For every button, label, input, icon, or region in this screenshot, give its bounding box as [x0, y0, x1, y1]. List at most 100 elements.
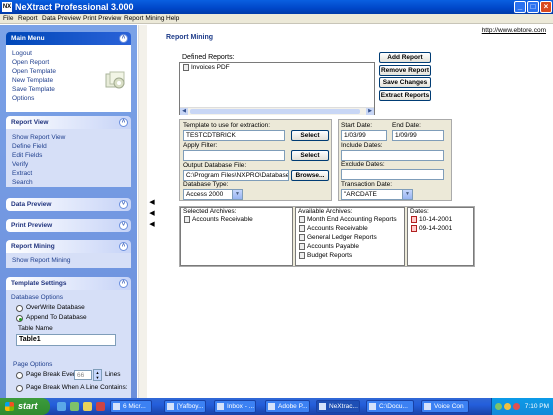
available-archives-list[interactable]: Available Archives: Month End Accounting…	[295, 207, 405, 266]
table-name-field[interactable]: Table1	[16, 334, 116, 346]
transaction-date-select[interactable]: "ARCDATE ▼	[341, 189, 413, 200]
maximize-button[interactable]: □	[527, 1, 539, 13]
collapse-icon[interactable]: ˄	[119, 34, 128, 43]
end-date-field[interactable]: 1/09/99	[392, 130, 444, 141]
taskbar-item[interactable]: C:\Docu...	[366, 400, 414, 413]
overwrite-radio[interactable]	[16, 305, 23, 312]
list-item[interactable]: Budget Reports	[299, 252, 352, 260]
scroll-thumb[interactable]	[190, 109, 360, 114]
open-report-link[interactable]: Open Report	[12, 58, 49, 67]
define-field-link[interactable]: Define Field	[12, 142, 47, 151]
list-item[interactable]: General Ledger Reports	[299, 234, 377, 242]
start-button[interactable]: start	[0, 398, 50, 415]
collapse-left-arrow-icon[interactable]: ◀	[148, 220, 156, 229]
taskbar-item[interactable]: 6 Micr...	[110, 400, 152, 413]
taskbar-item[interactable]: Adobe P...	[265, 400, 310, 413]
scroll-right-icon[interactable]: ▶	[366, 108, 374, 115]
dates-list[interactable]: Dates: 10-14-2001 09-14-2001	[407, 207, 474, 266]
collapse-icon[interactable]: ˄	[119, 118, 128, 127]
add-report-button[interactable]: Add Report	[379, 52, 431, 63]
save-changes-button[interactable]: Save Changes	[379, 77, 431, 88]
tray-icon[interactable]	[513, 403, 520, 410]
db-type-select[interactable]: Access 2000 ▼	[183, 189, 243, 200]
select-filter-button[interactable]: Select	[291, 150, 329, 161]
taskbar-item[interactable]: Voice Con	[421, 400, 469, 413]
template-settings-header[interactable]: Template Settings ˄	[6, 277, 131, 290]
apply-filter-field[interactable]	[183, 150, 285, 161]
database-icon	[299, 243, 305, 250]
browse-button[interactable]: Browse...	[291, 170, 329, 181]
website-link[interactable]: http://www.ebtore.com	[482, 27, 546, 34]
print-preview-title: Print Preview	[11, 222, 53, 229]
menu-print-preview[interactable]: Print Preview	[83, 14, 121, 24]
list-item[interactable]: Month End Accounting Reports	[299, 216, 397, 224]
selected-archives-list[interactable]: Selected Archives: Accounts Receivable	[180, 207, 293, 266]
scroll-left-icon[interactable]: ◀	[180, 108, 188, 115]
minimize-button[interactable]: _	[514, 1, 526, 13]
explorer-icon[interactable]	[83, 402, 92, 411]
menu-report-mining[interactable]: Report Mining	[124, 14, 164, 24]
include-dates-field[interactable]	[341, 150, 444, 161]
list-item[interactable]: 10-14-2001	[411, 216, 452, 224]
menu-file[interactable]: File	[3, 14, 13, 24]
show-report-mining-link[interactable]: Show Report Mining	[12, 256, 71, 265]
template-field[interactable]: TESTCDTBRICK	[183, 130, 285, 141]
expand-icon[interactable]: ˅	[119, 200, 128, 209]
quicklaunch-icon[interactable]	[96, 402, 105, 411]
exclude-dates-field[interactable]	[341, 169, 444, 180]
collapse-icon[interactable]: ˄	[119, 279, 128, 288]
extract-reports-button[interactable]: Extract Reports	[379, 90, 431, 101]
open-template-link[interactable]: Open Template	[12, 67, 56, 76]
page-break-when-radio[interactable]	[16, 385, 23, 392]
list-item[interactable]: Invoices PDF	[183, 64, 230, 72]
data-preview-header[interactable]: Data Preview ˅	[6, 198, 131, 211]
list-item[interactable]: Accounts Payable	[299, 243, 359, 251]
collapse-left-arrow-icon[interactable]: ◀	[148, 198, 156, 207]
tray-icon[interactable]	[504, 403, 511, 410]
select-template-button[interactable]: Select	[291, 130, 329, 141]
collapse-left-arrow-icon[interactable]: ◀	[148, 209, 156, 218]
main-menu-header[interactable]: Main Menu ˄	[6, 32, 131, 45]
edit-fields-link[interactable]: Edit Fields	[12, 151, 42, 160]
print-preview-header[interactable]: Print Preview ˅	[6, 219, 131, 232]
menu-help[interactable]: Help	[166, 14, 179, 24]
report-mining-header[interactable]: Report Mining ˄	[6, 240, 131, 253]
sidebar-scrollbar[interactable]	[138, 25, 147, 398]
defined-reports-list[interactable]: Invoices PDF ◀ ▶	[179, 62, 375, 115]
show-report-view-link[interactable]: Show Report View	[12, 133, 65, 142]
horizontal-scrollbar[interactable]: ◀ ▶	[180, 107, 374, 115]
start-date-field[interactable]: 1/03/99	[341, 130, 387, 141]
desktop-icon[interactable]	[70, 402, 79, 411]
ie-icon[interactable]	[57, 402, 66, 411]
report-view-header[interactable]: Report View ˄	[6, 116, 131, 129]
search-link[interactable]: Search	[12, 178, 33, 187]
tray-icon[interactable]	[495, 403, 502, 410]
verify-link[interactable]: Verify	[12, 160, 28, 169]
db-type-value: Access 2000	[186, 191, 224, 198]
lines-spinner[interactable]: ▲ ▼	[93, 369, 102, 381]
list-item[interactable]: Accounts Receivable	[299, 225, 368, 233]
remove-report-button[interactable]: Remove Report	[379, 65, 431, 76]
new-template-link[interactable]: New Template	[12, 76, 53, 85]
list-item[interactable]: Accounts Receivable	[184, 216, 253, 224]
page-break-lines-field[interactable]: 66	[74, 370, 92, 380]
collapse-icon[interactable]: ˄	[119, 242, 128, 251]
dropdown-arrow-icon[interactable]: ▼	[402, 190, 412, 199]
append-radio[interactable]	[16, 315, 23, 322]
logout-link[interactable]: Logout	[12, 49, 32, 58]
menu-report[interactable]: Report	[18, 14, 38, 24]
dropdown-arrow-icon[interactable]: ▼	[232, 190, 242, 199]
close-button[interactable]: ×	[540, 1, 552, 13]
taskbar-item[interactable]: NeXtrac...	[316, 400, 360, 413]
list-item[interactable]: 09-14-2001	[411, 225, 452, 233]
page-break-every-radio[interactable]	[16, 372, 23, 379]
taskbar-item[interactable]: [Yafboy...	[164, 400, 206, 413]
output-db-field[interactable]: C:\Program Files\NXPRO\Database\IN	[183, 170, 289, 181]
calendar-icon	[411, 225, 417, 232]
save-template-link[interactable]: Save Template	[12, 85, 55, 94]
taskbar-item[interactable]: Inbox - ...	[214, 400, 256, 413]
expand-icon[interactable]: ˅	[119, 221, 128, 230]
extract-link[interactable]: Extract	[12, 169, 32, 178]
options-link[interactable]: Options	[12, 94, 34, 103]
menu-data-preview[interactable]: Data Preview	[42, 14, 81, 24]
